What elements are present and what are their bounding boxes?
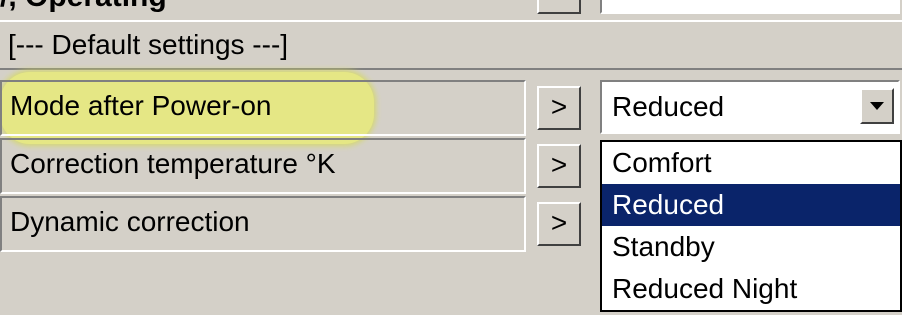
mode-dropdown-list: Comfort Reduced Standby Reduced Night [600,140,902,312]
partial-page-title: /, Operating [0,0,167,12]
dynamic-correction-button[interactable]: > [537,202,581,246]
dropdown-option-reduced[interactable]: Reduced [602,184,900,226]
mode-after-power-on-button[interactable]: > [537,86,581,130]
dropdown-option-comfort[interactable]: Comfort [602,142,900,184]
mode-select[interactable]: Reduced [600,80,900,134]
dynamic-correction-label: Dynamic correction [0,196,526,252]
dropdown-arrow-icon[interactable] [860,88,894,124]
partial-field [600,0,900,14]
mode-after-power-on-label: Mode after Power-on [0,80,526,136]
default-settings-header: [--- Default settings ---] [0,20,902,70]
correction-temperature-button[interactable]: > [537,144,581,188]
dropdown-option-standby[interactable]: Standby [602,226,900,268]
correction-temperature-label: Correction temperature °K [0,138,526,194]
mode-select-value: Reduced [612,91,725,122]
partial-button [537,0,581,14]
dropdown-option-reduced-night[interactable]: Reduced Night [602,268,900,310]
